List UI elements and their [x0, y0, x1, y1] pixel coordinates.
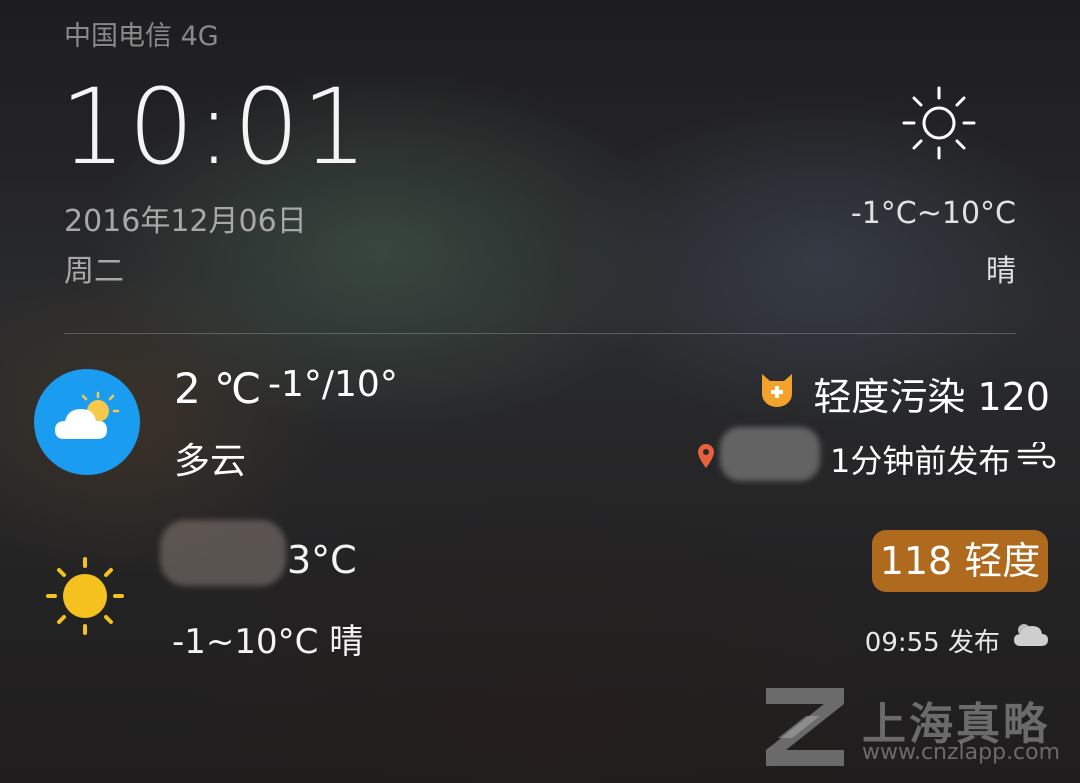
- location-name-blurred: [720, 427, 820, 481]
- publish-time: 1分钟前发布: [830, 442, 1011, 480]
- clock-date: 2016年12月06日: [64, 204, 307, 239]
- sun-icon: [46, 557, 124, 635]
- cloudy-icon: [1014, 624, 1048, 646]
- clock-time[interactable]: 10:01: [60, 66, 370, 188]
- clock-weekday: 周二: [64, 254, 124, 289]
- aqi-status[interactable]: 轻度污染 120: [813, 366, 1050, 421]
- clock-temp-range: -1°C~10°C: [850, 196, 1016, 231]
- current-condition: 多云: [174, 441, 247, 482]
- watermark-logo: [766, 688, 844, 766]
- partly-cloudy-icon: [55, 391, 120, 439]
- current-temperature: 2 ℃: [174, 364, 262, 413]
- weather-widget-icon[interactable]: [34, 369, 140, 475]
- temperature-range: -1°/10°: [268, 364, 398, 405]
- city-temperature: 3°C: [287, 538, 357, 582]
- watermark-url: www.cnzlapp.com: [862, 740, 1061, 765]
- wind-icon: [1017, 442, 1056, 469]
- sun-icon: [902, 86, 976, 160]
- location-pin-icon: [698, 444, 714, 468]
- aqi-badge[interactable]: 118 轻度: [872, 530, 1048, 592]
- city-publish-time: 09:55 发布: [864, 628, 1000, 658]
- clock-condition: 晴: [986, 254, 1016, 289]
- city-temp-range: -1~10°C 晴: [172, 622, 364, 662]
- carrier-label: 中国电信 4G: [64, 21, 219, 52]
- divider: [64, 333, 1016, 334]
- city-name-blurred: [160, 520, 286, 586]
- aqi-face-icon: [762, 374, 792, 407]
